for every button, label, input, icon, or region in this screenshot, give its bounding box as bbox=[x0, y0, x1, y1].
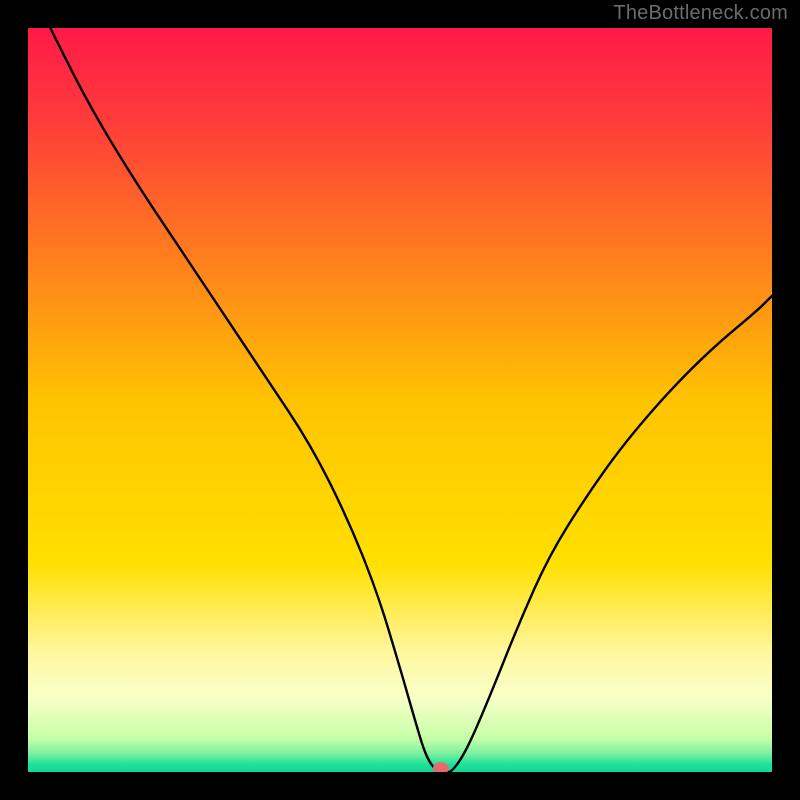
chart-frame: TheBottleneck.com bbox=[0, 0, 800, 800]
plot-svg bbox=[28, 28, 772, 772]
watermark-text: TheBottleneck.com bbox=[613, 2, 788, 25]
plot-area bbox=[28, 28, 772, 772]
